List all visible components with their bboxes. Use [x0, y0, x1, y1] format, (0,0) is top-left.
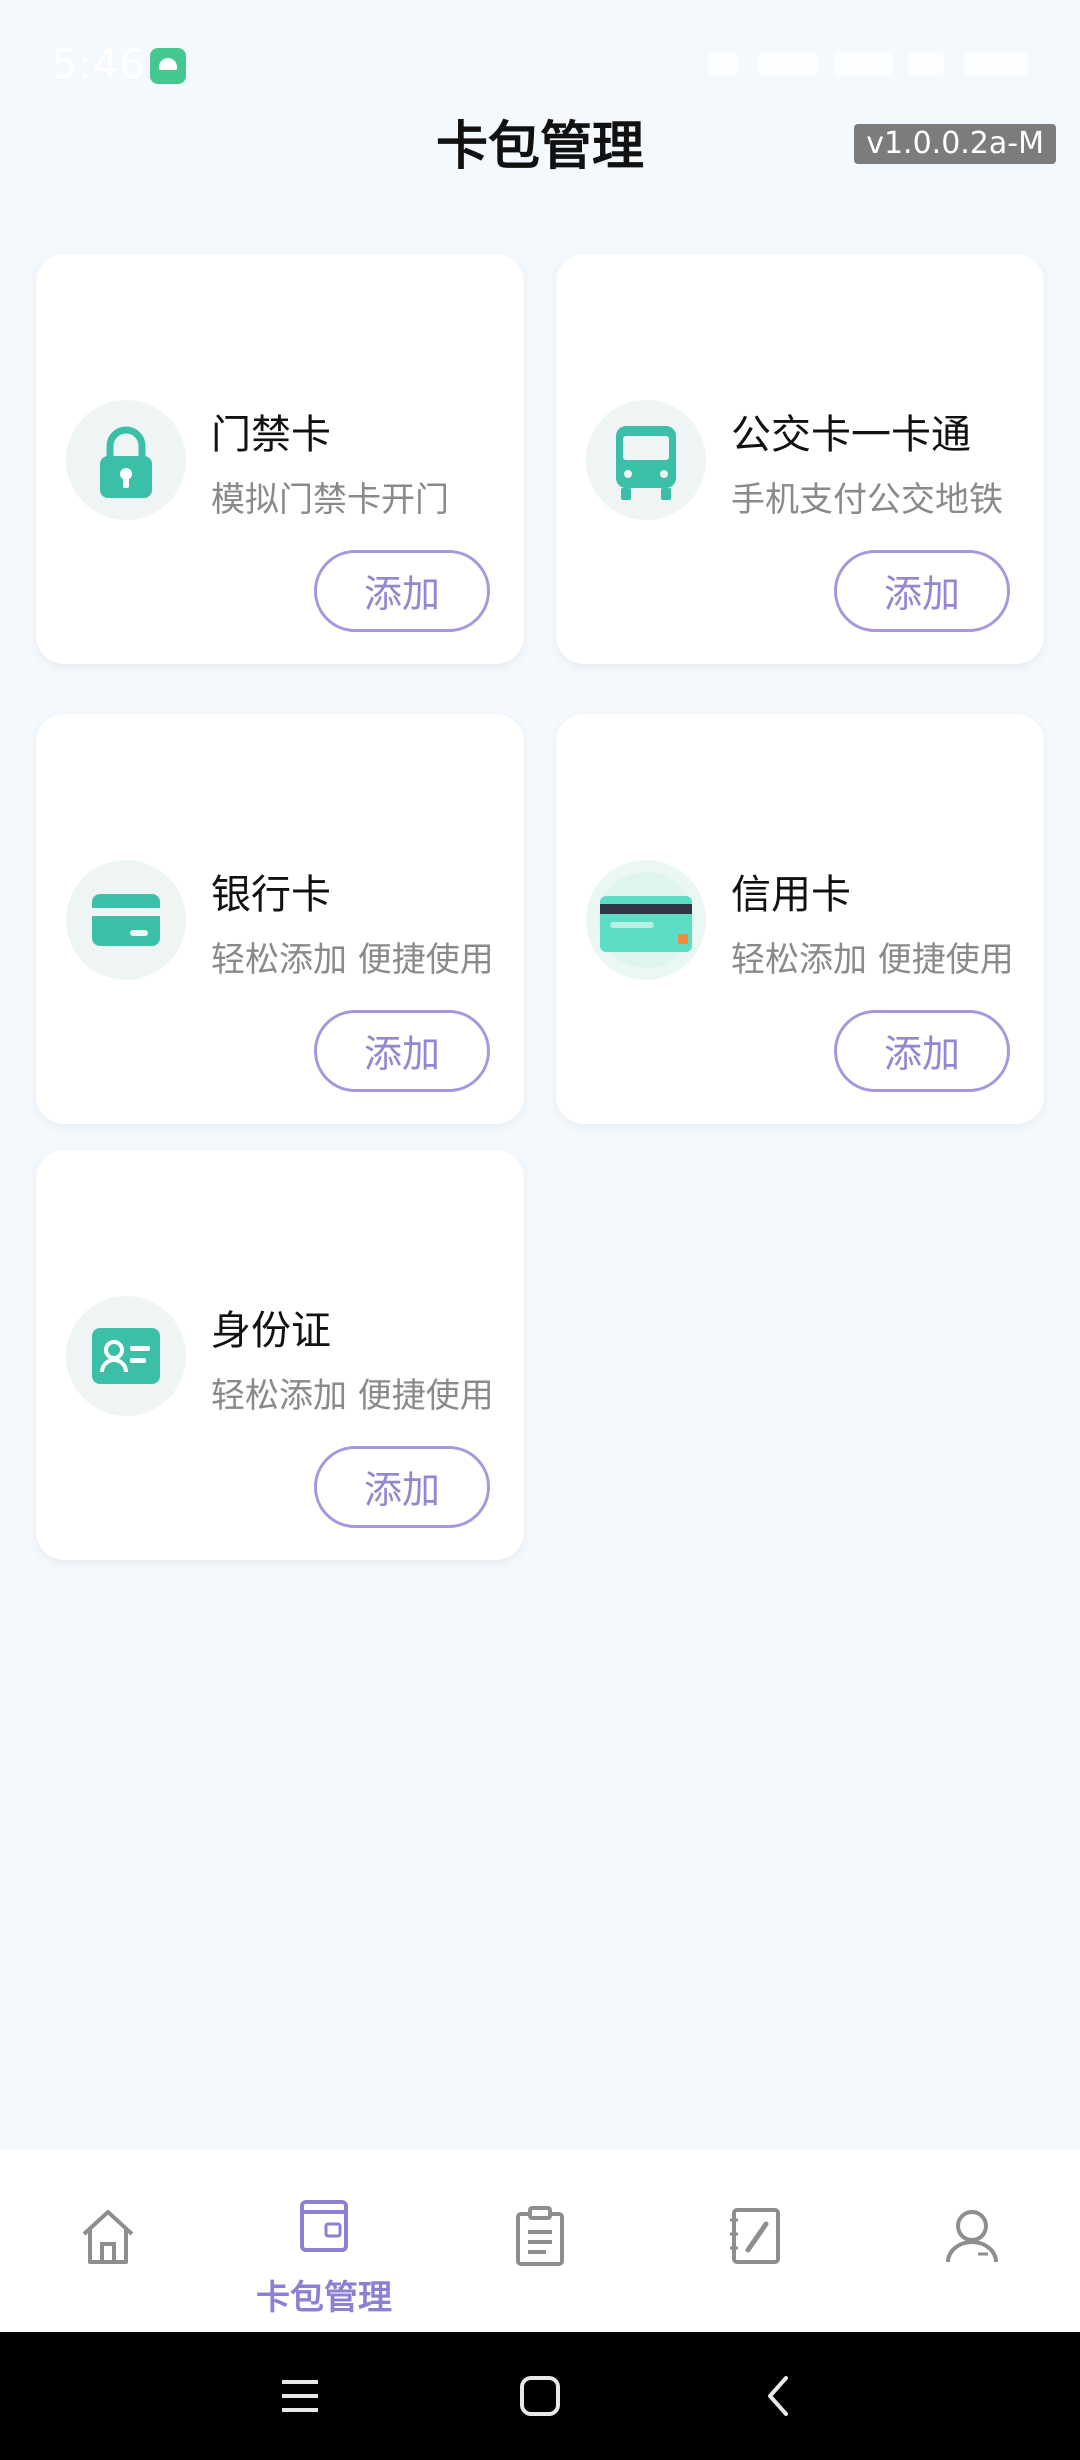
- add-button[interactable]: 添加: [314, 550, 490, 632]
- nav-item-wallet[interactable]: 卡包管理: [216, 2150, 432, 2332]
- menu-icon[interactable]: [278, 2376, 322, 2416]
- lock-icon: [100, 426, 152, 498]
- nav-item-clipboard[interactable]: [432, 2150, 648, 2332]
- edit-icon: [730, 2208, 780, 2264]
- bus-icon: [616, 426, 676, 500]
- nav-item-edit[interactable]: [648, 2150, 864, 2332]
- card-title: 门禁卡: [211, 412, 331, 458]
- lock-icon-wrap: [66, 400, 186, 520]
- system-nav-bar: [0, 2332, 1080, 2460]
- battery-icon: [964, 52, 1028, 76]
- clipboard-icon: [516, 2206, 564, 2266]
- card-title: 信用卡: [731, 872, 851, 918]
- bank-card-icon-wrap: [66, 860, 186, 980]
- wifi-icon: [908, 52, 944, 76]
- card-title: 身份证: [211, 1308, 331, 1354]
- credit-card-icon-wrap: [586, 860, 706, 980]
- nav-label: 卡包管理: [256, 2278, 392, 2318]
- card-subtitle: 手机支付公交地铁: [731, 480, 1003, 520]
- card-subtitle: 模拟门禁卡开门: [211, 480, 449, 520]
- add-button[interactable]: 添加: [314, 1010, 490, 1092]
- card-title: 银行卡: [211, 872, 331, 918]
- version-badge: v1.0.0.2a-M: [854, 124, 1056, 164]
- card-subtitle: 轻松添加 便捷使用: [731, 940, 1014, 980]
- nav-item-home[interactable]: [0, 2150, 216, 2332]
- add-button[interactable]: 添加: [314, 1446, 490, 1528]
- id-card-icon-wrap: [66, 1296, 186, 1416]
- id-card-icon: [92, 1328, 160, 1384]
- android-app-icon: [150, 48, 186, 84]
- signal-icon-2: [833, 52, 893, 76]
- card-credit[interactable]: 信用卡 轻松添加 便捷使用 添加: [556, 714, 1044, 1124]
- card-id[interactable]: 身份证 轻松添加 便捷使用 添加: [36, 1150, 524, 1560]
- credit-card-icon: [598, 872, 694, 968]
- signal-icon: [758, 52, 818, 76]
- card-transit[interactable]: 公交卡一卡通 手机支付公交地铁 添加: [556, 254, 1044, 664]
- home-square-icon[interactable]: [518, 2374, 562, 2418]
- wallet-icon: [300, 2200, 348, 2252]
- card-subtitle: 轻松添加 便捷使用: [211, 1376, 491, 1416]
- add-button[interactable]: 添加: [834, 1010, 1010, 1092]
- card-subtitle: 轻松添加 便捷使用: [211, 940, 491, 980]
- mute-icon: [708, 52, 738, 76]
- card-title: 公交卡一卡通: [731, 412, 971, 458]
- add-button[interactable]: 添加: [834, 550, 1010, 632]
- status-time: 5:46: [52, 42, 146, 88]
- card-bank[interactable]: 银行卡 轻松添加 便捷使用 添加: [36, 714, 524, 1124]
- home-icon: [82, 2210, 134, 2264]
- card-access[interactable]: 门禁卡 模拟门禁卡开门 添加: [36, 254, 524, 664]
- nav-item-profile[interactable]: [864, 2150, 1080, 2332]
- back-icon[interactable]: [758, 2372, 798, 2420]
- bottom-nav: 卡包管理: [0, 2150, 1080, 2332]
- bus-icon-wrap: [586, 400, 706, 520]
- bank-card-icon: [92, 894, 160, 946]
- user-icon: [946, 2210, 998, 2263]
- status-icons: [708, 46, 1028, 82]
